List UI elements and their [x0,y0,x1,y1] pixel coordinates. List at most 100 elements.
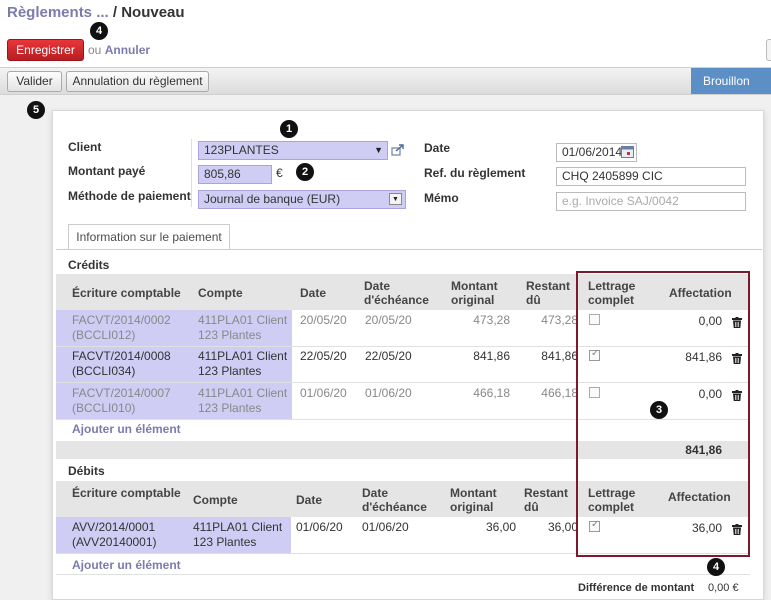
credits-add-line-link[interactable]: Ajouter un élément [72,422,181,436]
table-row[interactable]: FACVT/2014/0002 (BCCLI012) [72,313,171,343]
breadcrumb: Règlements ... / Nouveau [7,4,185,21]
payment-method-value: Journal de banque (EUR) [204,192,341,206]
entry-number: AVV/2014/0001 [72,520,156,534]
entry-number: FACVT/2014/0008 [72,349,171,363]
rest-line1: Restant [526,279,571,293]
cancel-link[interactable]: Annuler [105,43,150,57]
validate-button[interactable]: Valider [7,71,62,92]
orig-line2: original [450,500,494,514]
due-cell: 22/05/20 [365,349,412,363]
debits-col-due[interactable]: Date d'échéance [362,486,427,514]
debits-col-account[interactable]: Compte [193,493,238,507]
debits-col-rest[interactable]: Restant dû [524,486,569,514]
date-cell: 01/06/20 [300,386,347,400]
section-divider [56,574,750,575]
dropdown-arrow-icon[interactable]: ▼ [389,193,402,205]
reconcile-highlight-box [576,271,750,557]
debits-col-orig[interactable]: Montant original [450,486,497,514]
account-code: 411PLA01 Client [198,386,288,400]
orig-cell: 841,86 [473,349,510,363]
account-name: 123 Plantes [198,364,262,378]
credits-col-due[interactable]: Date d'échéance [364,279,429,307]
orig-cell: 36,00 [485,520,516,534]
table-row[interactable]: FACVT/2014/0008 (BCCLI034) [72,349,171,379]
more-button[interactable] [766,39,771,61]
account-cell: 411PLA01 Client 123 Plantes [193,520,282,550]
entry-number: FACVT/2014/0002 [72,313,171,327]
entry-ref: (BCCLI010) [72,401,136,415]
or-label: ou [88,43,102,57]
amount-difference-value: 0,00 € [708,582,739,594]
rest-cell: 841,86 [541,349,578,363]
external-link-icon[interactable] [391,143,405,157]
credits-title: Crédits [68,258,110,272]
memo-label: Mémo [424,191,459,205]
debits-col-entry[interactable]: Écriture comptable [72,486,181,500]
account-code: 411PLA01 Client [198,349,288,363]
orig-cell: 473,28 [473,313,510,327]
table-row[interactable]: AVV/2014/0001 (AVV20140001) [72,520,157,550]
breadcrumb-sep: / [108,4,122,21]
due-line2: d'échéance [364,293,429,307]
amount-label: Montant payé [68,164,146,178]
date-cell: 22/05/20 [300,349,347,363]
client-label: Client [68,140,102,154]
entry-ref: (BCCLI012) [72,328,136,342]
debits-col-date[interactable]: Date [296,493,323,507]
entry-number: FACVT/2014/0007 [72,386,171,400]
memo-placeholder: e.g. Invoice SAJ/0042 [562,194,679,208]
due-line2: d'échéance [362,500,427,514]
table-row[interactable]: FACVT/2014/0007 (BCCLI010) [72,386,171,416]
annotation-badge-2: 2 [296,163,314,181]
credits-col-date[interactable]: Date [300,286,327,300]
client-value: 123PLANTES [204,143,279,157]
rest-line1: Restant [524,486,569,500]
account-cell: 411PLA01 Client 123 Plantes [198,313,287,343]
memo-input[interactable]: e.g. Invoice SAJ/0042 [556,192,746,211]
tab-payment-info[interactable]: Information sur le paiement [68,224,230,249]
debits-add-line-link[interactable]: Ajouter un élément [72,558,181,572]
amount-input[interactable]: 805,86 [198,165,272,184]
due-cell: 20/05/20 [365,313,412,327]
rest-cell: 36,00 [547,520,578,534]
payment-method-select[interactable]: Journal de banque (EUR) ▼ [198,190,406,209]
save-button[interactable]: Enregistrer [7,39,84,61]
due-line1: Date [364,279,391,293]
chevron-down-icon: ▼ [374,145,383,155]
state-draft: Brouillon [691,68,771,94]
debits-title: Débits [68,464,105,478]
account-cell: 411PLA01 Client 123 Plantes [198,349,287,379]
credits-col-account[interactable]: Compte [198,286,243,300]
client-select[interactable]: 123PLANTES ▼ [198,141,388,160]
orig-line2: original [451,293,495,307]
credits-col-entry[interactable]: Écriture comptable [72,286,181,300]
annotation-badge-5: 5 [27,101,45,119]
or-cancel: ou Annuler [88,43,150,57]
due-cell: 01/06/20 [365,386,412,400]
account-name: 123 Plantes [193,535,257,549]
credits-col-orig[interactable]: Montant original [451,279,498,307]
payment-ref-input[interactable]: CHQ 2405899 CIC [556,167,746,186]
account-name: 123 Plantes [198,328,262,342]
date-cell: 20/05/20 [300,313,347,327]
annotation-badge-1: 1 [280,120,298,138]
orig-line1: Montant [450,486,497,500]
account-cell: 411PLA01 Client 123 Plantes [198,386,287,416]
rest-cell: 473,28 [541,313,578,327]
rest-line2: dû [524,500,539,514]
breadcrumb-parent[interactable]: Règlements ... [7,4,109,21]
date-label: Date [424,141,451,155]
amount-difference-label: Différence de montant [578,582,695,594]
orig-cell: 466,18 [473,386,510,400]
account-code: 411PLA01 Client [198,313,288,327]
account-name: 123 Plantes [198,401,262,415]
label-separator [191,139,192,207]
credits-col-rest[interactable]: Restant dû [526,279,571,307]
method-label: Méthode de paiement [68,189,191,203]
date-input[interactable]: 01/06/2014 [556,143,637,162]
orig-line1: Montant [451,279,498,293]
account-code: 411PLA01 Client [193,520,283,534]
page-title: Nouveau [121,4,185,21]
cancel-payment-button[interactable]: Annulation du règlement [66,71,209,92]
calendar-icon[interactable] [621,146,634,158]
